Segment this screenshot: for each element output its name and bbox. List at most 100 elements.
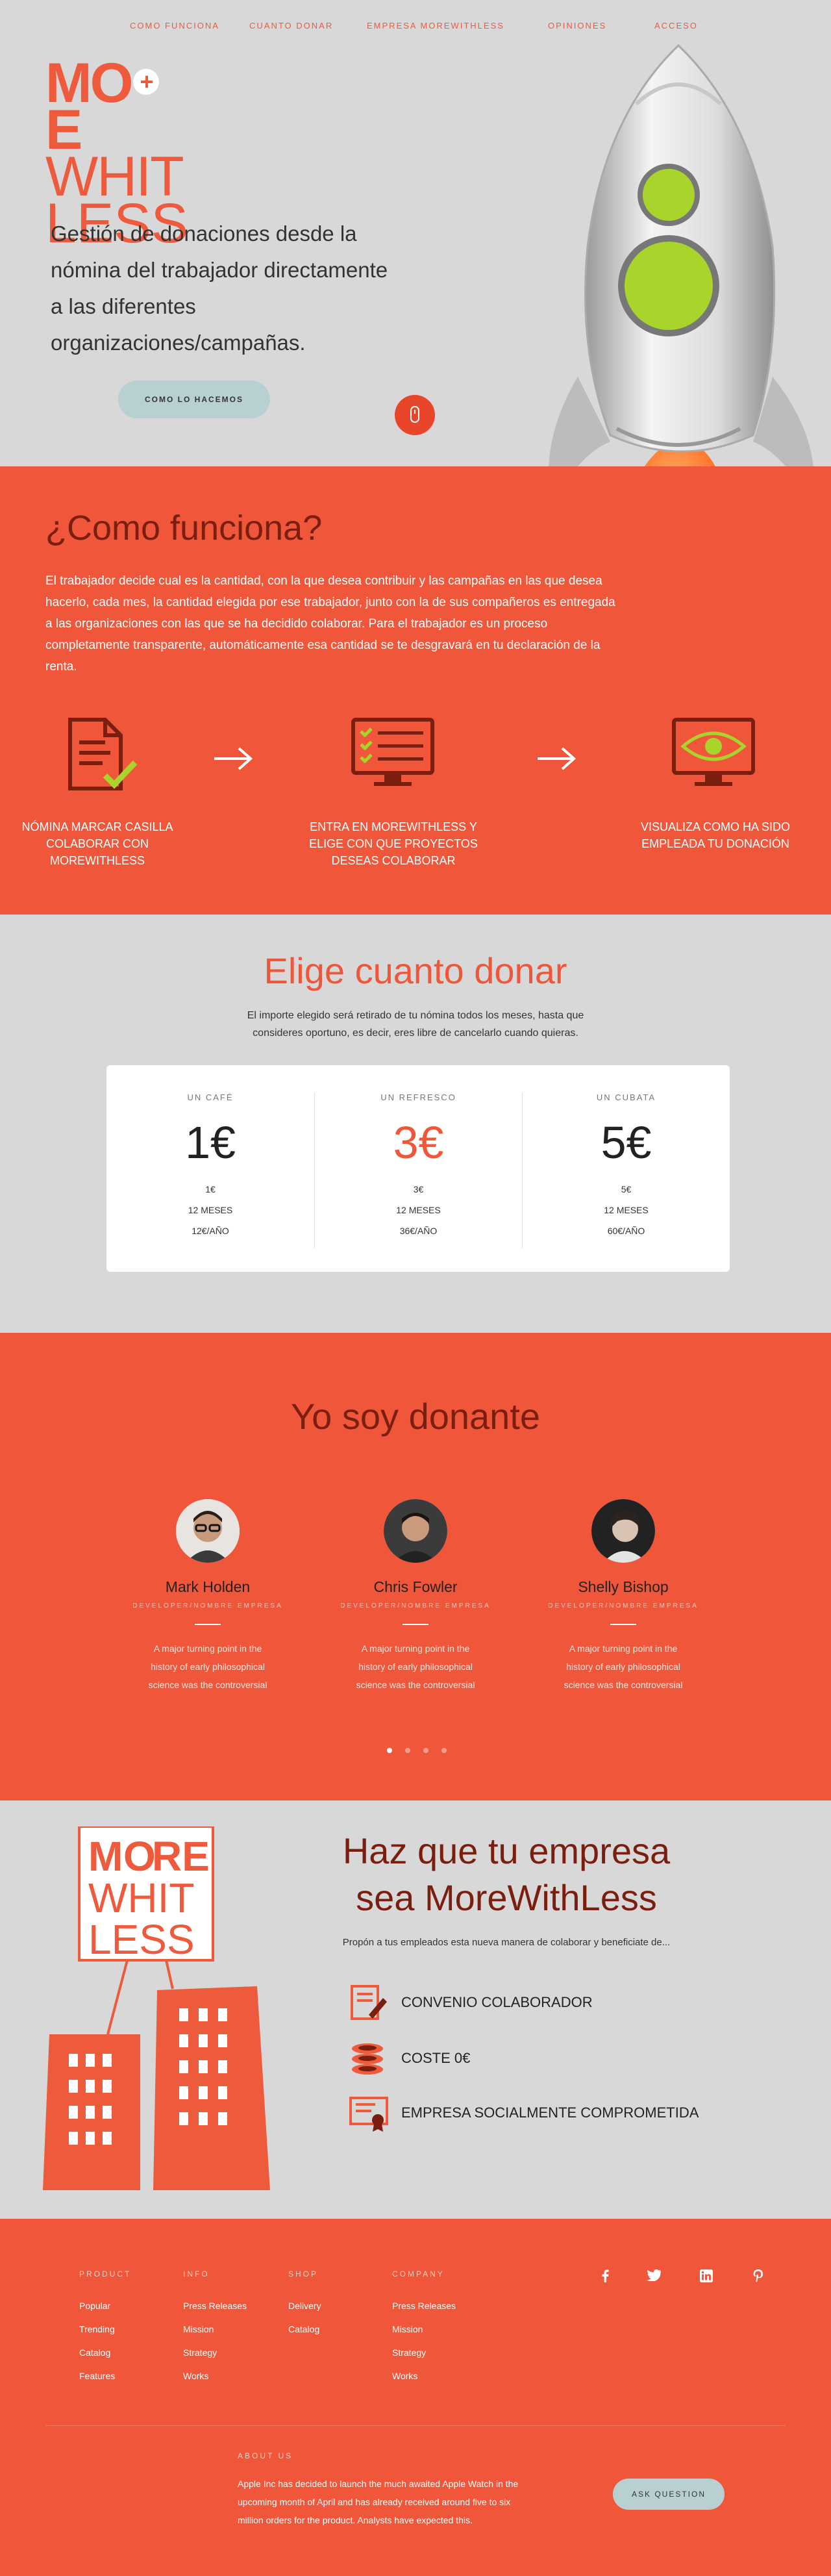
plan-cafe[interactable]: Un café 1€ 1€ 12 MESES 12€/AÑO (106, 1092, 314, 1248)
section-title: Yo soy donante (290, 1396, 541, 1437)
plan-cubata[interactable]: Un cubata 5€ 5€ 12 MESES 60€/AÑO (522, 1092, 730, 1248)
certificate-icon (349, 2097, 388, 2132)
hero-section: MO +E WHIT LESS Gestión de donaciones des… (0, 0, 831, 598)
footer-link[interactable]: Features (79, 2364, 131, 2388)
como-lo-hacemos-button[interactable]: Como lo hacemos (118, 381, 270, 418)
building-logo-whit: WHIT (88, 1875, 195, 1921)
testimonial-card: Shelly Bishop Developer/Nombre empresa A… (519, 1499, 727, 1694)
footer-column-shop: Shop Delivery Catalog (288, 2269, 321, 2341)
person-role: Developer/Nombre empresa (132, 1602, 283, 1610)
footer-link[interactable]: Delivery (288, 2294, 321, 2317)
testimonial-card: Chris Fowler Developer/Nombre empresa A … (312, 1499, 519, 1694)
footer-column-company: Company Press Releases Mission Strategy … (392, 2269, 456, 2388)
footer-link[interactable]: Mission (183, 2317, 247, 2341)
section-subtitle: El importe elegido será retirado de tu n… (247, 1010, 584, 1039)
person-name: Shelly Bishop (578, 1578, 669, 1595)
footer-link[interactable]: Catalog (79, 2341, 131, 2364)
plan-line: 60€/AÑO (607, 1226, 645, 1236)
plan-refresco[interactable]: Un refresco 3€ 3€ 12 MESES 36€/AÑO (314, 1092, 522, 1248)
testimonial-card: Mark Holden Developer/Nombre empresa A m… (104, 1499, 312, 1694)
arrow-right-icon (214, 747, 253, 770)
footer-column-product: Product Popular Trending Catalog Feature… (79, 2269, 131, 2388)
avatar (384, 1499, 447, 1563)
plan-line: 12 MESES (604, 1205, 649, 1215)
step-label-2: Entra en MoreWithLess y elige con que pr… (309, 820, 478, 867)
building-logo-o: O (123, 1833, 156, 1880)
section-title: Elige cuanto donar (264, 950, 567, 991)
divider (403, 1624, 428, 1625)
footer-link[interactable]: Strategy (183, 2341, 247, 2364)
plan-name: Un cubata (596, 1092, 656, 1102)
scroll-down-button[interactable] (395, 395, 435, 435)
carousel-dot[interactable] (405, 1748, 410, 1753)
carousel-dots (387, 1745, 460, 1756)
hero-headline: Gestión de donaciones desde la nómina de… (51, 221, 388, 355)
footer-heading: Company (392, 2269, 445, 2279)
nav-como-funciona[interactable]: Como funciona (130, 21, 219, 31)
building-logo-more: M (88, 1833, 123, 1880)
plan-price: 5€ (601, 1117, 652, 1168)
carousel-dot[interactable] (441, 1748, 447, 1753)
contract-pen-icon (351, 1985, 387, 2020)
footer-heading: Info (183, 2269, 210, 2279)
pinterest-icon[interactable] (753, 2269, 763, 2282)
plan-name: Un refresco (380, 1092, 456, 1102)
plan-price: 1€ (185, 1117, 236, 1168)
nav-cuanto-donar[interactable]: Cuanto donar (249, 21, 333, 31)
twitter-icon[interactable] (647, 2269, 661, 2281)
cuanto-donar-section: Elige cuanto donar El importe elegido se… (0, 915, 831, 1333)
nav-opiniones[interactable]: Opiniones (548, 21, 606, 31)
document-check-icon (68, 718, 138, 790)
person-role: Developer/Nombre empresa (548, 1602, 699, 1610)
plan-line: 3€ (413, 1184, 424, 1194)
ask-question-button[interactable]: Ask question (613, 2479, 725, 2510)
carousel-dot[interactable] (387, 1748, 392, 1753)
step-label-3: Visualiza como ha sido empleada tu donac… (640, 820, 791, 850)
footer-link[interactable]: Trending (79, 2317, 131, 2341)
empresa-section: M O RE WHIT LESS Haz que tu empresa sea … (0, 1800, 831, 2219)
plan-line: 1€ (205, 1184, 216, 1194)
linkedin-icon[interactable] (700, 2269, 713, 2282)
page: MO +E WHIT LESS Gestión de donaciones des… (0, 0, 831, 2576)
nav-acceso[interactable]: Acceso (654, 21, 698, 31)
plan-line: 5€ (621, 1184, 632, 1194)
footer-link[interactable]: Works (183, 2364, 247, 2388)
footer-link[interactable]: Mission (392, 2317, 456, 2341)
monitor-checklist-icon (351, 718, 434, 786)
pricing-card: Un café 1€ 1€ 12 MESES 12€/AÑO Un refres… (106, 1065, 730, 1272)
plan-line: 12 MESES (396, 1205, 441, 1215)
coins-stack-icon (352, 2043, 383, 2075)
footer-link[interactable]: Catalog (288, 2317, 321, 2341)
footer-divider (45, 2425, 786, 2426)
avatar (176, 1499, 240, 1563)
footer: Product Popular Trending Catalog Feature… (0, 2219, 831, 2576)
footer-link[interactable]: Works (392, 2364, 456, 2388)
logo-plus-icon: + (132, 69, 159, 95)
top-nav: Como funciona Cuanto donar Empresa MoreW… (0, 21, 831, 34)
plan-line: 36€/AÑO (399, 1226, 438, 1236)
footer-column-info: Info Press Releases Mission Strategy Wor… (183, 2269, 247, 2388)
carousel-dot[interactable] (423, 1748, 428, 1753)
facebook-icon[interactable] (600, 2269, 610, 2282)
footer-link[interactable]: Strategy (392, 2341, 456, 2364)
nav-empresa[interactable]: Empresa MoreWithLess (367, 21, 504, 31)
section-title: Haz que tu empresa sea MoreWithLess (342, 1830, 671, 1918)
building-logo-less: LESS (88, 1916, 195, 1963)
feature-label: Convenio colaborador (401, 1994, 593, 2010)
person-name: Chris Fowler (373, 1578, 458, 1595)
plan-price: 3€ (393, 1117, 444, 1168)
arrow-right-icon (538, 747, 577, 770)
mouse-icon (410, 406, 419, 423)
testimonials-section: Yo soy donante Mark Holden Developer/Nom… (0, 1333, 831, 1800)
person-quote: A major turning point in the history of … (564, 1643, 683, 1690)
avatar (591, 1499, 655, 1563)
footer-link[interactable]: Press Releases (392, 2294, 456, 2317)
section-subtitle: Propón a tus empleados esta nueva manera… (342, 1937, 671, 1948)
footer-link[interactable]: Popular (79, 2294, 131, 2317)
person-role: Developer/Nombre empresa (340, 1602, 491, 1610)
footer-link[interactable]: Press Releases (183, 2294, 247, 2317)
monitor-eye-icon (672, 718, 755, 786)
feature-label: Coste 0€ (401, 2050, 471, 2066)
about-heading: About us (238, 2451, 293, 2460)
company-building-illustration: M O RE WHIT LESS (43, 1826, 270, 2190)
